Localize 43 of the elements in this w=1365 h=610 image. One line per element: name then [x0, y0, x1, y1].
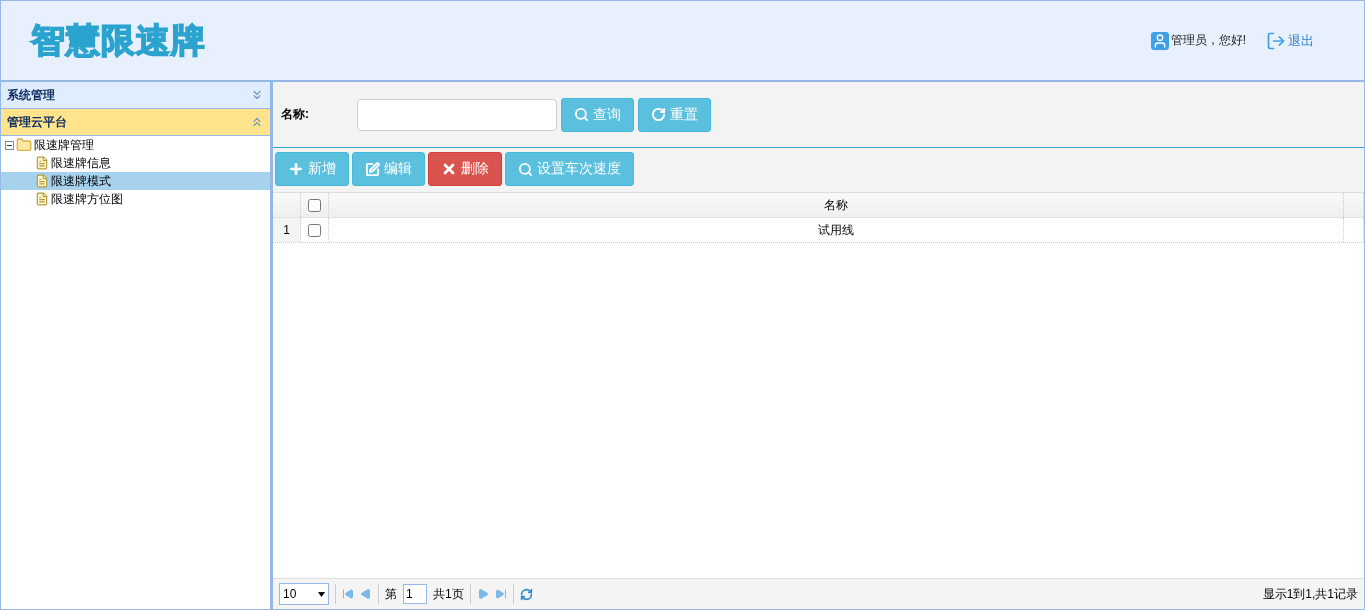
table-cell: 试用线: [329, 218, 1344, 242]
refresh-icon[interactable]: [519, 587, 533, 601]
record-summary: 显示1到1,共1记录: [1262, 585, 1358, 603]
close-icon: [441, 161, 457, 177]
greeting: 管理员，您好!: [1170, 32, 1246, 49]
plus-icon: [288, 161, 304, 177]
last-page-icon[interactable]: [494, 588, 507, 600]
page-field[interactable]: 1: [403, 584, 427, 604]
search-icon: [518, 161, 533, 177]
caret-icon: [318, 591, 325, 597]
column-header: 名称: [329, 193, 1344, 217]
field-label: 名称:: [281, 106, 310, 123]
panel-header[interactable]: 系统管理: [1, 82, 270, 109]
tree-item[interactable]: 限速牌模式: [1, 172, 270, 190]
logo: 智慧限速牌: [31, 18, 206, 62]
checkbox[interactable]: [308, 198, 321, 212]
previous-page-icon[interactable]: [360, 588, 372, 600]
page-size-select[interactable]: 10: [279, 583, 329, 605]
checkbox[interactable]: [308, 223, 321, 237]
folder-icon: [16, 137, 32, 153]
edit-icon: [365, 161, 380, 177]
total-pages: 共1页: [433, 585, 464, 603]
first-page-icon[interactable]: [342, 588, 354, 600]
search-icon: [574, 107, 589, 122]
delete-button[interactable]: 删除: [428, 152, 502, 186]
refresh-icon: [651, 107, 666, 122]
page-label: 第: [385, 585, 397, 603]
panel-header[interactable]: 管理云平台: [1, 109, 270, 136]
next-page-icon[interactable]: [476, 588, 489, 600]
collapse-icon: [250, 115, 264, 129]
row-number: 1: [273, 218, 301, 242]
logout-link[interactable]: 退出: [1266, 30, 1314, 51]
tree-item[interactable]: 限速牌管理: [1, 136, 270, 154]
tree-item[interactable]: 限速牌信息: [1, 154, 270, 172]
tree-item[interactable]: 限速牌方位图: [1, 190, 270, 208]
collapse-icon: [5, 140, 14, 150]
name-field[interactable]: [357, 98, 557, 131]
expand-icon: [250, 88, 264, 102]
document-icon: [35, 156, 49, 170]
user-icon: [1150, 31, 1169, 50]
document-icon: [35, 192, 49, 206]
logout-icon: [1266, 30, 1286, 51]
document-icon: [35, 174, 49, 188]
